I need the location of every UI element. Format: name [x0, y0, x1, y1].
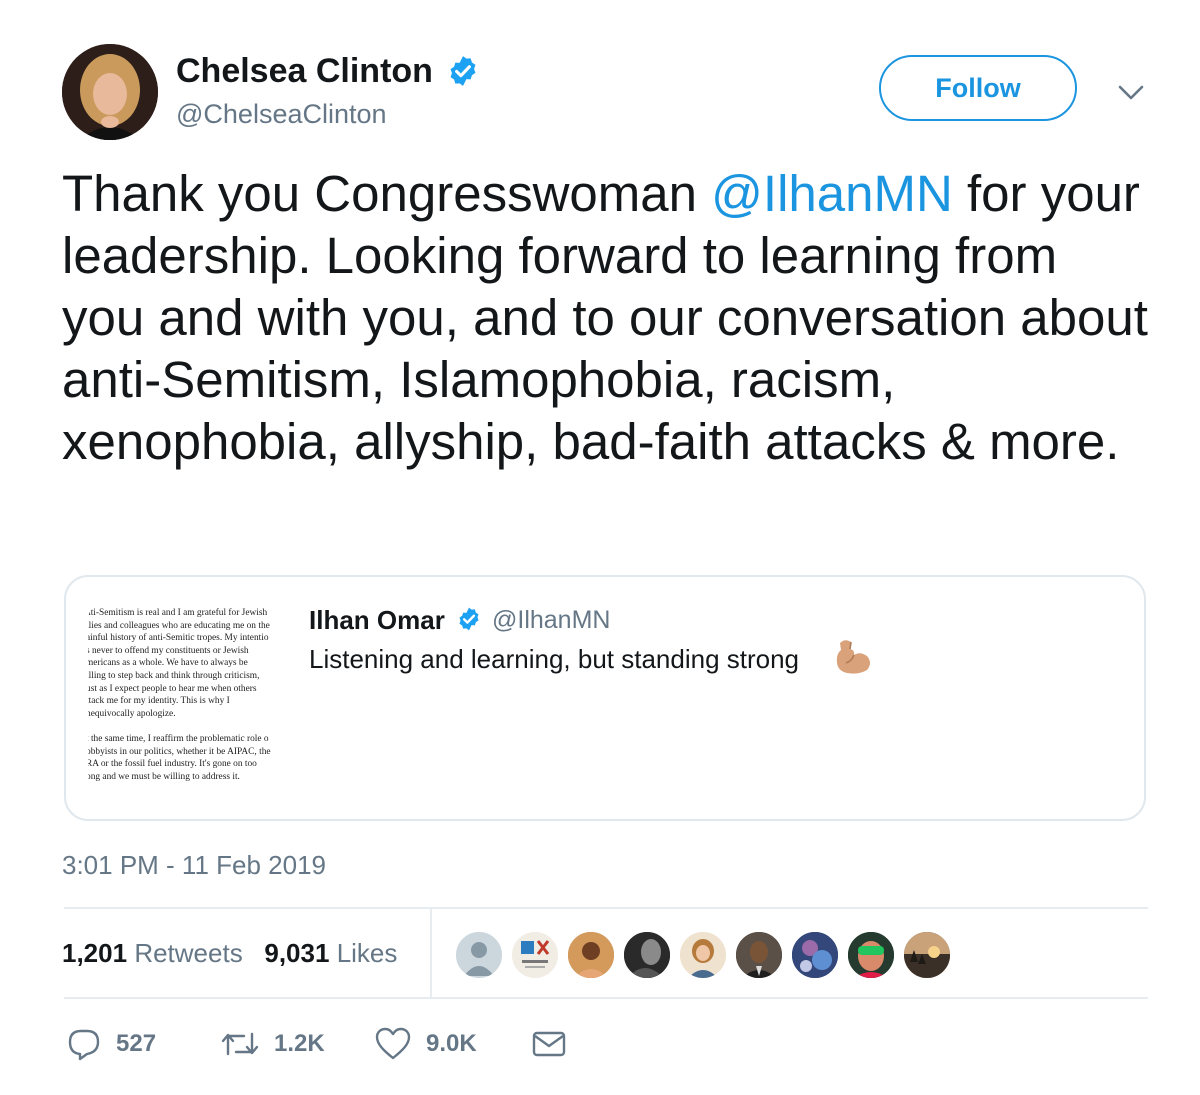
- liker-avatar[interactable]: [734, 930, 784, 980]
- liker-avatar[interactable]: [510, 930, 560, 980]
- direct-message-button[interactable]: [530, 1022, 568, 1066]
- display-name[interactable]: Chelsea Clinton: [176, 50, 433, 92]
- likes-label: Likes: [336, 938, 398, 968]
- liker-avatar[interactable]: [566, 930, 616, 980]
- liker-avatar[interactable]: [846, 930, 896, 980]
- heart-icon: [375, 1027, 411, 1060]
- follow-button[interactable]: Follow: [879, 55, 1077, 121]
- like-button[interactable]: 9.0K: [374, 1022, 477, 1066]
- chevron-down-icon[interactable]: [1116, 80, 1146, 104]
- liker-avatar[interactable]: [622, 930, 672, 980]
- mention-link[interactable]: @IlhanMN: [711, 165, 953, 222]
- person-photo: [624, 932, 670, 978]
- retweet-button[interactable]: 1.2K: [220, 1022, 325, 1066]
- envelope-icon: [532, 1031, 566, 1057]
- reply-count: 527: [116, 1030, 157, 1057]
- quoted-handle: @IlhanMN: [492, 606, 611, 634]
- sunset-photo: [904, 932, 950, 978]
- likes-count: 9,031: [264, 938, 330, 968]
- user-handle[interactable]: @ChelseaClinton: [176, 96, 387, 132]
- verified-badge-icon: [459, 607, 479, 631]
- likes-stat[interactable]: 9,031 Likes: [264, 938, 397, 968]
- retweets-label: Retweets: [134, 938, 243, 968]
- default-avatar-icon: [464, 942, 494, 976]
- person-photo: [736, 932, 782, 978]
- liker-avatar[interactable]: [678, 930, 728, 980]
- quoted-tweet-text: Listening and learning, but standing str…: [309, 644, 800, 674]
- divider: [430, 908, 432, 998]
- retweet-count: 1.2K: [274, 1030, 325, 1057]
- tweet-text: Thank you Congresswoman @IlhanMN for you…: [62, 163, 1152, 473]
- quoted-display-name: Ilhan Omar: [309, 605, 445, 635]
- liker-avatar[interactable]: [902, 930, 952, 980]
- like-count: 9.0K: [426, 1030, 477, 1057]
- wx-logo-icon: [521, 940, 550, 968]
- flexed-biceps-icon: [836, 640, 870, 674]
- retweets-count: 1,201: [62, 938, 128, 968]
- engagement-stats: 1,201 Retweets 9,031 Likes: [62, 936, 397, 970]
- liker-avatar[interactable]: [454, 930, 504, 980]
- liker-avatar[interactable]: [790, 930, 840, 980]
- avatar[interactable]: [62, 44, 158, 140]
- retweet-icon: [221, 1032, 259, 1056]
- quoted-tweet-image[interactable]: nti-Semitism is real and I am grateful f…: [88, 605, 288, 797]
- verified-badge-icon: [450, 56, 476, 86]
- statement-image-text: nti-Semitism is real and I am grateful f…: [88, 608, 271, 782]
- person-goggles-photo: [848, 932, 894, 978]
- person-photo: [792, 932, 838, 978]
- tweet-text-part: Thank you Congresswoman: [62, 165, 712, 222]
- reply-button[interactable]: 527: [66, 1022, 156, 1066]
- profile-photo: [62, 44, 158, 140]
- reply-icon: [68, 1029, 100, 1061]
- person-photo: [680, 932, 726, 978]
- tweet-timestamp[interactable]: 3:01 PM - 11 Feb 2019: [62, 848, 326, 882]
- divider: [64, 997, 1148, 999]
- divider: [64, 907, 1148, 909]
- retweets-stat[interactable]: 1,201 Retweets: [62, 938, 243, 968]
- person-photo: [568, 932, 614, 978]
